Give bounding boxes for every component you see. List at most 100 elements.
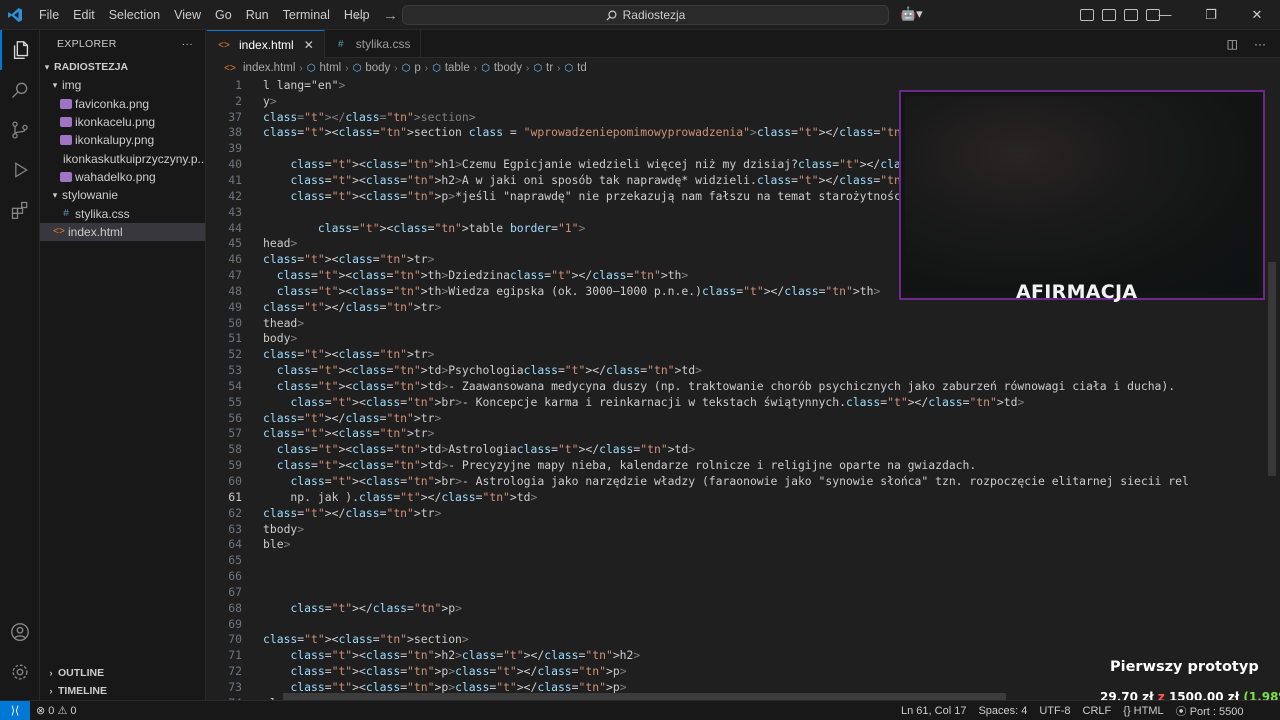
encoding[interactable]: UTF-8 [1033,705,1076,717]
line-number: 47 [228,268,242,283]
line-number: 2 [235,93,242,108]
menu-item[interactable]: Selection [102,0,167,30]
code-line[interactable]: 65 [207,552,1189,568]
breadcrumb-item[interactable]: body [365,62,390,74]
vertical-scrollbar[interactable] [1268,262,1276,476]
menu-item[interactable]: Run [239,0,276,30]
element-icon: ⬡ [533,62,543,74]
breadcrumb-item[interactable]: tr [546,62,553,74]
code-line[interactable]: 71 class="t"><class="tn">h2>class="t"></… [207,647,1189,663]
minimize-icon[interactable]: — [1142,0,1188,30]
close-tab-icon[interactable]: ✕ [304,38,314,52]
split-editor-icon[interactable]: ◫ [1227,37,1238,51]
line-endings[interactable]: CRLF [1077,705,1118,717]
line-number: 61 [228,489,242,504]
line-number: 51 [228,331,242,346]
remote-icon[interactable]: ⟩⟨ [0,700,30,720]
code-line[interactable]: 61 np. jak ).class="t"></class="tn">td> [207,489,1189,505]
back-arrow-icon[interactable]: ← [352,7,367,24]
code-line[interactable]: 68 class="t"></class="tn">p> [207,600,1189,616]
code-text: body> [263,331,298,346]
file-item[interactable]: ikonkacelu.png [40,113,205,131]
code-line[interactable]: 64 ble> [207,536,1189,552]
code-line[interactable]: 63 tbody> [207,521,1189,537]
copilot-icon[interactable]: 🤖▾ [900,6,923,22]
file-item[interactable]: # stylika.css [40,204,205,222]
forward-arrow-icon[interactable]: → [383,7,398,24]
code-text: class="t"><class="tn">tr> [263,252,435,267]
code-line[interactable]: 59 class="t"><class="tn">td>- Precyzyjne… [207,457,1189,473]
run-debug-icon[interactable] [0,150,40,190]
menu-item[interactable]: Edit [66,0,102,30]
source-control-icon[interactable] [0,110,40,150]
breadcrumb-item[interactable]: index.html [243,62,295,74]
problems-indicator[interactable]: ⊗ 0 ⚠ 0 [30,704,83,717]
indentation[interactable]: Spaces: 4 [972,705,1033,717]
timeline-section[interactable]: › TIMELINE [40,682,206,700]
horizontal-scrollbar[interactable] [283,693,1006,700]
toggle-sidebar-icon[interactable] [1102,9,1116,21]
code-line[interactable]: 58 class="t"><class="tn">td>Astrologiacl… [207,441,1189,457]
search-icon[interactable] [0,70,40,110]
tab-stylika-css[interactable]: # stylika.css [325,30,422,58]
breadcrumb-item[interactable]: p [414,62,420,74]
outline-section[interactable]: › OUTLINE [40,664,206,682]
menu-item[interactable]: Terminal [276,0,337,30]
folder-img[interactable]: ▾ img [40,76,205,94]
command-center-search[interactable]: Radiostezja [402,5,889,25]
settings-gear-icon[interactable] [0,652,40,692]
code-line[interactable]: 50 thead> [207,315,1189,331]
file-item[interactable]: wahadelko.png [40,168,205,186]
code-text: class="t"><class="tn">br>- Astrologia ja… [290,474,1189,489]
menu-item[interactable]: File [32,0,66,30]
breadcrumb-item[interactable]: tbody [494,62,522,74]
breadcrumb-item[interactable]: td [577,62,587,74]
extensions-icon[interactable] [0,190,40,230]
file-item[interactable]: ikonkaskutkuiprzyczyny.p... [40,149,205,167]
tab-index-html[interactable]: <> index.html ✕ [207,30,325,59]
code-text: class="t"><class="tn">td>Psychologiaclas… [276,363,702,378]
more-actions-icon[interactable]: ··· [1254,37,1266,51]
code-line[interactable]: 57 class="t"><class="tn">tr> [207,426,1189,442]
line-number: 48 [228,283,242,298]
restore-icon[interactable]: ❐ [1188,0,1234,30]
code-line[interactable]: 72 class="t"><class="tn">p>class="t"></c… [207,663,1189,679]
customize-layout-icon[interactable] [1080,9,1094,21]
folder-label: img [62,78,82,93]
nav-arrows: ← → [352,0,398,30]
folder-stylowanie[interactable]: ▾ stylowanie [40,186,205,204]
code-line[interactable]: 67 [207,584,1189,600]
breadcrumb-item[interactable]: html [320,62,342,74]
explorer-icon[interactable] [0,30,40,70]
more-actions-icon[interactable]: ··· [182,38,193,50]
toggle-panel-icon[interactable] [1124,9,1138,21]
code-line[interactable]: 55 class="t"><class="tn">br>- Koncepcje … [207,394,1189,410]
menu-item[interactable]: View [167,0,208,30]
file-item[interactable]: ikonkalupy.png [40,131,205,149]
vscode-logo-icon [0,0,30,30]
code-line[interactable]: 70 class="t"><class="tn">section> [207,632,1189,648]
file-item[interactable]: faviconka.png [40,95,205,113]
code-line[interactable]: 51 body> [207,331,1189,347]
code-line[interactable]: 60 class="t"><class="tn">br>- Astrologia… [207,473,1189,489]
breadcrumb-item[interactable]: table [445,62,470,74]
close-icon[interactable]: ✕ [1234,0,1280,30]
code-line[interactable]: 52 class="t"><class="tn">tr> [207,346,1189,362]
code-line[interactable]: 69 [207,616,1189,632]
code-text: class="t"><class="tn">th>Dziedzinaclass=… [276,268,689,283]
menu-item[interactable]: Go [208,0,239,30]
code-text: class="t"></class="tn">p> [290,600,462,615]
code-line[interactable]: 66 [207,568,1189,584]
code-line[interactable]: 53 class="t"><class="tn">td>Psychologiac… [207,362,1189,378]
cursor-position[interactable]: Ln 61, Col 17 [895,705,972,717]
language-mode[interactable]: {} HTML [1117,705,1169,717]
code-line[interactable]: 62 class="t"></class="tn">tr> [207,505,1189,521]
breadcrumb-separator-icon: › [525,62,530,74]
code-line[interactable]: 54 class="t"><class="tn">td>- Zaawansowa… [207,378,1189,394]
account-icon[interactable] [0,612,40,652]
project-folder[interactable]: ▾ RADIOSTEZJA [40,58,205,76]
file-item-selected[interactable]: <> index.html [40,222,205,241]
line-number: 66 [228,569,242,584]
live-server-port[interactable]: ⦿ Port : 5500 [1170,703,1250,719]
code-line[interactable]: 56 class="t"></class="tn">tr> [207,410,1189,426]
